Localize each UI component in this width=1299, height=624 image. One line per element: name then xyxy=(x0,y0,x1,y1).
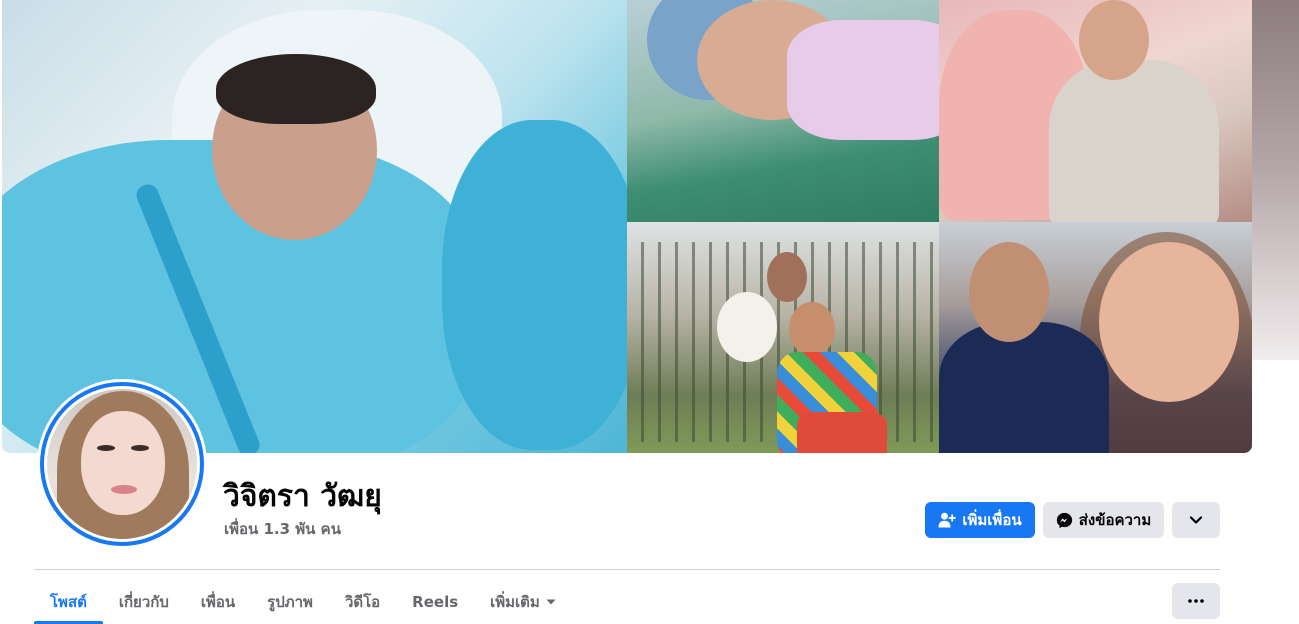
friends-count-link[interactable]: เพื่อน 1.3 พัน คน xyxy=(224,519,341,539)
profile-photo xyxy=(47,389,197,539)
face xyxy=(81,411,165,515)
person-face xyxy=(1099,242,1239,402)
add-friend-icon xyxy=(938,512,957,528)
profile-tabs: โพสต์ เกี่ยวกับ เพื่อน รูปภาพ วิดีโอ Ree… xyxy=(34,580,572,624)
tab-reels[interactable]: Reels xyxy=(396,580,474,624)
backdrop-gradient xyxy=(1252,0,1299,360)
message-label: ส่งข้อความ xyxy=(1078,511,1152,529)
tab-photos[interactable]: รูปภาพ xyxy=(251,580,329,624)
tabs-more-button[interactable] xyxy=(1172,583,1220,619)
tab-more[interactable]: เพิ่มเติม xyxy=(474,580,572,624)
tab-label: เพิ่มเติม xyxy=(490,593,540,611)
message-button[interactable]: ส่งข้อความ xyxy=(1043,502,1164,538)
chevron-down-icon xyxy=(1189,515,1203,525)
avatar[interactable] xyxy=(37,379,207,549)
person-face xyxy=(1079,0,1149,80)
tab-label: รูปภาพ xyxy=(267,593,313,611)
person-face xyxy=(789,302,835,356)
tab-label: เกี่ยวกับ xyxy=(118,593,169,611)
divider xyxy=(34,569,1220,570)
cover-photo-newborn xyxy=(627,0,939,222)
cover-photo-family xyxy=(627,222,939,453)
eye xyxy=(131,445,149,451)
story-ring xyxy=(40,382,204,546)
tab-label: วิดีโอ xyxy=(344,593,381,611)
tab-videos[interactable]: วิดีโอ xyxy=(329,580,396,624)
ellipsis-icon xyxy=(1188,599,1204,603)
person xyxy=(717,292,777,362)
jacket xyxy=(939,322,1109,453)
lips xyxy=(111,485,137,494)
cover-photo-women xyxy=(939,0,1252,222)
add-friend-button[interactable]: เพิ่มเพื่อน xyxy=(925,502,1035,538)
caret-down-icon xyxy=(546,597,556,608)
person xyxy=(1049,60,1219,222)
add-friend-label: เพิ่มเพื่อน xyxy=(962,511,1022,529)
messenger-icon xyxy=(1056,512,1073,529)
eye xyxy=(97,445,115,451)
person-face xyxy=(767,252,807,302)
tab-label: Reels xyxy=(412,593,459,611)
swaddle xyxy=(787,20,939,140)
tab-friends[interactable]: เพื่อน xyxy=(185,580,251,624)
cover-photo-couple xyxy=(939,222,1252,453)
profile-name: วิจิตรา วัฒยุ xyxy=(223,479,382,514)
baby-hair xyxy=(216,54,376,124)
tab-label: เพื่อน xyxy=(200,593,236,611)
person xyxy=(797,412,887,453)
tab-posts[interactable]: โพสต์ xyxy=(34,580,103,624)
blanket-shape xyxy=(442,120,627,450)
tab-label: โพสต์ xyxy=(50,593,87,611)
cover-photo[interactable] xyxy=(2,0,1252,453)
profile-page: วิจิตรา วัฒยุ เพื่อน 1.3 พัน คน เพิ่มเพื… xyxy=(0,0,1299,624)
profile-options-button[interactable] xyxy=(1172,502,1220,538)
tab-about[interactable]: เกี่ยวกับ xyxy=(103,580,185,624)
person-face xyxy=(969,242,1049,342)
